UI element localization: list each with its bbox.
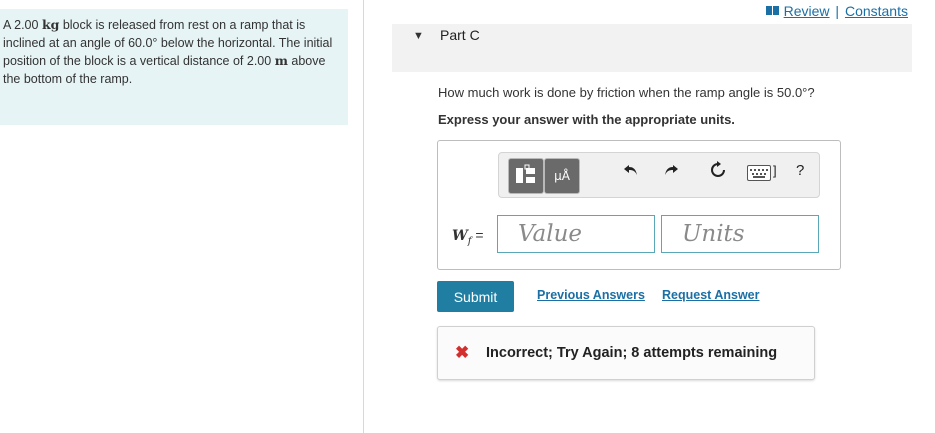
review-icon	[765, 6, 779, 15]
templates-button[interactable]	[508, 158, 544, 194]
value-input[interactable]: Value	[497, 215, 655, 253]
help-icon[interactable]: ?	[796, 162, 804, 179]
units-button[interactable]: μÅ	[544, 158, 580, 194]
submit-button[interactable]: Submit	[437, 281, 514, 312]
constants-link[interactable]: Constants	[845, 3, 908, 19]
instruction-text: Express your answer with the appropriate…	[438, 112, 735, 127]
part-title: Part C	[440, 27, 480, 43]
unit-m: m	[274, 53, 288, 68]
request-answer-link[interactable]: Request Answer	[662, 288, 759, 302]
templates-icon	[516, 164, 535, 183]
header-links: Review | Constants	[765, 3, 908, 19]
keyboard-icon[interactable]	[747, 165, 771, 181]
variable-label: Wf =	[452, 227, 484, 247]
variable-subscript: f	[467, 235, 472, 247]
previous-answers-link[interactable]: Previous Answers	[537, 288, 645, 302]
keyboard-bracket: ]	[773, 163, 777, 178]
equals-sign: =	[475, 227, 484, 243]
link-separator: |	[835, 3, 840, 19]
problem-statement: A 2.00 kg block is released from rest on…	[3, 16, 343, 88]
problem-text-part: A 2.00	[3, 18, 42, 32]
units-input[interactable]: Units	[661, 215, 819, 253]
incorrect-x-icon: ✖	[455, 343, 470, 362]
reset-icon[interactable]	[709, 161, 727, 184]
collapse-caret-icon[interactable]: ▼	[413, 30, 424, 42]
math-toolbar: μÅ ] ?	[498, 152, 820, 198]
feedback-message: Incorrect; Try Again; 8 attempts remaini…	[486, 345, 778, 361]
redo-icon[interactable]	[663, 162, 679, 183]
panel-divider	[363, 0, 364, 433]
question-text: How much work is done by friction when t…	[438, 85, 815, 100]
review-link[interactable]: Review	[784, 3, 830, 19]
variable-symbol: W	[452, 228, 468, 244]
undo-icon[interactable]	[623, 162, 639, 183]
unit-kg: kg	[41, 17, 60, 32]
